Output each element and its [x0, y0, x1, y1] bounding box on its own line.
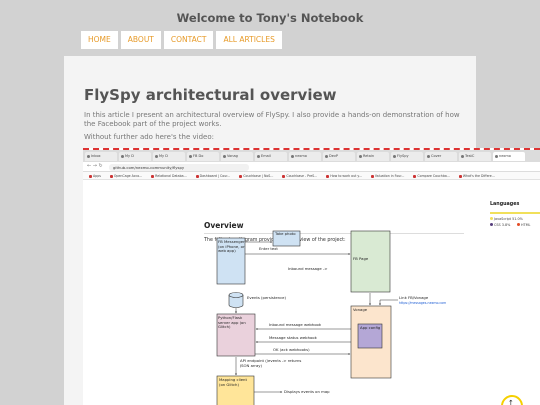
status-webhook-label: Message status webhook [269, 335, 317, 340]
language-item: HTML [517, 223, 530, 227]
languages-heading: Languages [490, 202, 520, 207]
app-config-label: App config [360, 326, 381, 330]
enter-text-label: Enter text [259, 246, 278, 251]
language-item: JavaScript 51.0% [490, 217, 523, 221]
nav-home[interactable]: HOME [81, 31, 118, 49]
language-dot [490, 217, 493, 220]
architecture-diagram: FB Messenger (on iPhone, or web app) Tak… [216, 230, 469, 405]
events-persistence-label: Events (persistence) [247, 295, 286, 300]
mapping-client-label: Mapping client (on Glitch) [219, 378, 247, 387]
nav-all-articles[interactable]: ALL ARTICLES [216, 31, 282, 49]
language-dot [490, 223, 493, 226]
nav-about[interactable]: ABOUT [120, 31, 161, 49]
language-dot [517, 223, 520, 226]
fb-messenger-label: FB Messenger (on iPhone, or web app) [218, 240, 245, 254]
arrow-up-icon: ↑ [508, 399, 514, 405]
site-title: Welcome to Tony's Notebook [176, 11, 364, 25]
link-fb-vonage-label: Link FB/Vonage [399, 295, 429, 300]
article-lead: Without further ado here's the video: [84, 133, 214, 141]
languages-bar [490, 212, 540, 214]
api-endpoint-label: API endpoint (/events -> returns JSON ar… [240, 359, 302, 368]
link-url[interactable]: https://messages-nexmo.com [399, 301, 469, 305]
main-nav: HOME ABOUT CONTACT ALL ARTICLES [81, 31, 282, 49]
language-item: CSS 3.8% [490, 223, 510, 227]
embedded-video[interactable]: Inbox My D My D FB Do Vonag Email nexmo … [83, 148, 540, 405]
displays-events-label: Displays events on map [284, 389, 330, 394]
fb-page-label: FB Page [353, 256, 369, 261]
vonage-label: Vonage [353, 307, 368, 312]
article-intro: In this article I present an architectur… [84, 111, 460, 128]
take-photo-label: Take photo [275, 232, 296, 236]
article-title: FlySpy architectural overview [84, 86, 337, 104]
inbound-webhook-label: Inbound message webhook [269, 322, 322, 327]
arrow-link-to-vonage [379, 299, 398, 306]
python-flask-label: Python/Flask server app (on Glitch) [218, 316, 246, 330]
ok-ack-label: OK (ack webhooks) [273, 347, 310, 352]
events-store-top [228, 292, 244, 298]
nav-contact[interactable]: CONTACT [163, 31, 214, 49]
inbound-message-label: Inbound message -> [288, 266, 328, 271]
